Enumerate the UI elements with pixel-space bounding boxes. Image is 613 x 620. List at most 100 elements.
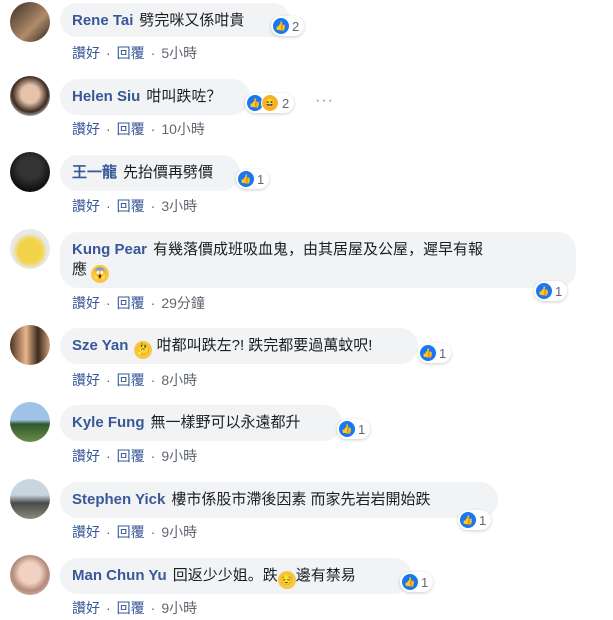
like-icon: 👍 (273, 18, 289, 34)
timestamp[interactable]: 10小時 (161, 119, 205, 139)
separator: · (106, 121, 111, 137)
comment-actions: 讚好 · 回覆 · 9小時 (72, 446, 197, 466)
comment-bubble: Kung Pear 有幾落價成班吸血鬼，由其居屋及公屋，遲早有報 應 😱 (60, 232, 576, 288)
reaction-summary[interactable]: 👍 1 (418, 343, 452, 363)
comment-bubble: 王一龍 先抬價再劈價 (60, 155, 240, 191)
comment-bubble: Helen Siu 咁叫跌咗？ (60, 79, 250, 115)
commenter-name[interactable]: Sze Yan (72, 337, 128, 354)
reply-button[interactable]: 回覆 (117, 293, 145, 313)
separator: · (150, 600, 156, 616)
like-button[interactable]: 讚好 (72, 522, 100, 542)
like-button[interactable]: 讚好 (72, 293, 100, 313)
reaction-summary[interactable]: 👍 😆 2 (245, 93, 295, 113)
separator: · (106, 45, 111, 61)
reaction-count: 2 (292, 18, 300, 34)
commenter-name[interactable]: Man Chun Yu (72, 567, 167, 584)
comment-text: 有幾落價成班吸血鬼，由其居屋及公屋，遲早有報 (153, 241, 484, 258)
comment-actions: 讚好 · 回覆 · 9小時 (72, 522, 197, 542)
timestamp[interactable]: 9小時 (161, 446, 197, 466)
like-button[interactable]: 讚好 (72, 119, 100, 139)
avatar[interactable] (10, 325, 50, 365)
like-button[interactable]: 讚好 (72, 598, 100, 618)
reaction-count: 2 (282, 95, 290, 111)
reaction-count: 1 (421, 574, 429, 590)
comment-bubble: Stephen Yick 樓市係股市滯後因素 而家先岩岩開始跌 (60, 482, 498, 518)
avatar[interactable] (10, 152, 50, 192)
comment-bubble: Sze Yan 🤔 咁都叫跌左?! 跌完都要過萬蚊呎! (60, 328, 418, 364)
comment-text-continued: 應 (72, 261, 88, 278)
separator: · (106, 198, 111, 214)
like-icon: 👍 (339, 421, 355, 437)
commenter-name[interactable]: Kung Pear (72, 241, 147, 258)
reply-button[interactable]: 回覆 (117, 598, 145, 618)
timestamp[interactable]: 3小時 (161, 196, 197, 216)
like-button[interactable]: 讚好 (72, 370, 100, 390)
separator: · (150, 121, 156, 137)
reaction-summary[interactable]: 👍 2 (271, 16, 305, 36)
avatar[interactable] (10, 76, 50, 116)
comment-bubble: Man Chun Yu 回返少少姐。跌 😔 邊有禁易 (60, 558, 412, 594)
timestamp[interactable]: 9小時 (161, 598, 197, 618)
more-options-icon[interactable]: ··· (315, 92, 334, 110)
separator: · (106, 448, 111, 464)
avatar[interactable] (10, 555, 50, 595)
reaction-summary[interactable]: 👍 1 (337, 419, 371, 439)
commenter-name[interactable]: Stephen Yick (72, 491, 165, 508)
reaction-count: 1 (257, 171, 265, 187)
reply-button[interactable]: 回覆 (117, 43, 145, 63)
reply-button[interactable]: 回覆 (117, 522, 145, 542)
comment-actions: 讚好 · 回覆 · 3小時 (72, 196, 197, 216)
separator: · (150, 524, 156, 540)
avatar[interactable] (10, 229, 50, 269)
timestamp[interactable]: 9小時 (161, 522, 197, 542)
comment-text: 咁叫跌咗？ (146, 88, 222, 105)
like-icon: 👍 (460, 512, 476, 528)
reply-button[interactable]: 回覆 (117, 196, 145, 216)
timestamp[interactable]: 29分鐘 (161, 293, 205, 313)
comment-text: 劈完咪又係咁貴 (139, 12, 245, 29)
reply-button[interactable]: 回覆 (117, 370, 145, 390)
comment-actions: 讚好 · 回覆 · 8小時 (72, 370, 197, 390)
comment-bubble: Kyle Fung 無一樣野可以永遠都升 (60, 405, 342, 441)
sad-emoji-icon: 😔 (277, 571, 296, 589)
comment-text: 樓市係股市滯後因素 而家先岩岩開始跌 (171, 491, 431, 508)
reaction-summary[interactable]: 👍 1 (534, 281, 568, 301)
separator: · (106, 524, 111, 540)
comment-actions: 讚好 · 回覆 · 5小時 (72, 43, 197, 63)
avatar[interactable] (10, 2, 50, 42)
comment-text: 無一樣野可以永遠都升 (150, 414, 301, 431)
commenter-name[interactable]: 王一龍 (72, 164, 117, 181)
separator: · (106, 600, 111, 616)
separator: · (106, 295, 111, 311)
reaction-count: 1 (479, 512, 487, 528)
reaction-count: 1 (555, 283, 563, 299)
timestamp[interactable]: 5小時 (161, 43, 197, 63)
thinking-emoji-icon: 🤔 (134, 341, 153, 359)
comment-text: 咁都叫跌左?! 跌完都要過萬蚊呎! (156, 337, 373, 354)
reply-button[interactable]: 回覆 (117, 446, 145, 466)
commenter-name[interactable]: Rene Tai (72, 12, 133, 29)
reaction-count: 1 (439, 345, 447, 361)
like-icon: 👍 (420, 345, 436, 361)
like-button[interactable]: 讚好 (72, 446, 100, 466)
timestamp[interactable]: 8小時 (161, 370, 197, 390)
avatar[interactable] (10, 402, 50, 442)
comment-actions: 讚好 · 回覆 · 9小時 (72, 598, 197, 618)
reaction-summary[interactable]: 👍 1 (458, 510, 492, 530)
like-icon: 👍 (238, 171, 254, 187)
reaction-summary[interactable]: 👍 1 (400, 572, 434, 592)
like-icon: 👍 (536, 283, 552, 299)
like-button[interactable]: 讚好 (72, 196, 100, 216)
avatar[interactable] (10, 479, 50, 519)
shocked-emoji-icon: 😱 (91, 265, 110, 283)
like-icon: 👍 (402, 574, 418, 590)
reaction-summary[interactable]: 👍 1 (236, 169, 270, 189)
separator: · (150, 198, 156, 214)
like-button[interactable]: 讚好 (72, 43, 100, 63)
commenter-name[interactable]: Kyle Fung (72, 414, 145, 431)
comment-text-continued: 邊有禁易 (295, 567, 356, 584)
separator: · (106, 372, 111, 388)
reply-button[interactable]: 回覆 (117, 119, 145, 139)
commenter-name[interactable]: Helen Siu (72, 88, 140, 105)
haha-icon: 😆 (261, 94, 279, 112)
